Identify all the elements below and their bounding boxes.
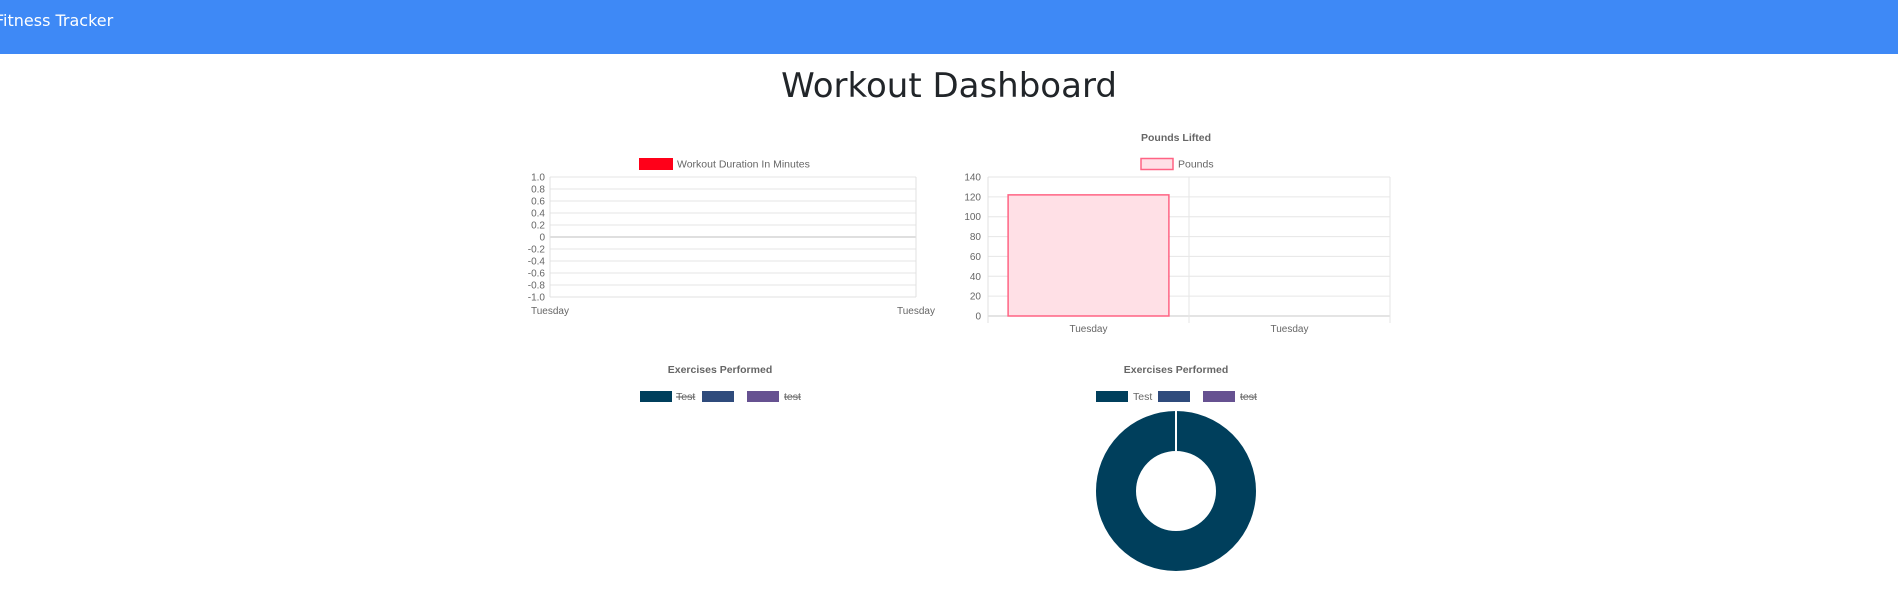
y-tick-label: 0 (975, 312, 981, 323)
y-tick-label: 0.4 (531, 209, 545, 220)
legend-swatch-test[interactable] (640, 391, 672, 402)
y-tick-label: 0.2 (531, 221, 545, 232)
exercises-chart-title-left: Exercises Performed (668, 364, 772, 376)
exercises-chart-title-right: Exercises Performed (1124, 364, 1228, 376)
x-tick-label: Tuesday (1271, 324, 1309, 335)
y-tick-label: -1.0 (528, 293, 546, 304)
x-tick-label: Tuesday (897, 306, 935, 317)
y-tick-label: 0 (539, 233, 545, 244)
legend-label-test[interactable]: Test (676, 391, 695, 403)
pounds-chart-title: Pounds Lifted (1141, 132, 1211, 144)
legend-swatch-test-lower[interactable] (1203, 391, 1235, 402)
y-tick-label: 120 (964, 192, 981, 203)
y-tick-label: 20 (970, 292, 982, 303)
pounds-legend-label[interactable]: Pounds (1178, 159, 1214, 171)
pounds-bar (1007, 194, 1170, 317)
x-tick-label: Tuesday (531, 306, 569, 317)
y-tick-label: 100 (964, 212, 981, 223)
y-tick-label: 0.6 (531, 197, 545, 208)
legend-swatch-unnamed[interactable] (702, 391, 734, 402)
y-tick-label: 60 (970, 252, 982, 263)
exercises-pie-chart-left: Exercises Performed Test test (640, 364, 801, 403)
x-tick-label: Tuesday (1070, 324, 1108, 335)
y-tick-label: -0.4 (528, 257, 546, 268)
duration-legend-label[interactable]: Workout Duration In Minutes (677, 159, 810, 171)
duration-line-chart: Workout Duration In Minutes 1.00.80.60.4… (528, 158, 935, 317)
pounds-legend-swatch[interactable] (1140, 157, 1174, 171)
legend-swatch-test[interactable] (1096, 391, 1128, 402)
legend-swatch-test-lower[interactable] (747, 391, 779, 402)
y-tick-label: 40 (970, 272, 982, 283)
y-tick-label: -0.2 (528, 245, 546, 256)
legend-label-test[interactable]: Test (1133, 391, 1152, 403)
duration-legend-swatch[interactable] (639, 158, 673, 170)
legend-label-test-lower[interactable]: test (784, 391, 801, 403)
legend-swatch-unnamed[interactable] (1158, 391, 1190, 402)
exercises-pie-chart-right: Exercises Performed Test test (1096, 364, 1257, 571)
legend-label-test-lower[interactable]: test (1240, 391, 1257, 403)
charts-canvas: Workout Duration In Minutes 1.00.80.60.4… (528, 132, 1391, 571)
y-tick-label: 0.8 (531, 185, 545, 196)
pounds-bar-chart: Pounds Lifted Pounds 140 120 100 80 60 40 20 0 T… (964, 132, 1391, 335)
y-tick-label: -0.6 (528, 269, 546, 280)
y-tick-label: 80 (970, 232, 982, 243)
y-tick-label: 1.0 (531, 173, 545, 184)
y-tick-label: 140 (964, 173, 981, 184)
y-tick-label: -0.8 (528, 281, 546, 292)
